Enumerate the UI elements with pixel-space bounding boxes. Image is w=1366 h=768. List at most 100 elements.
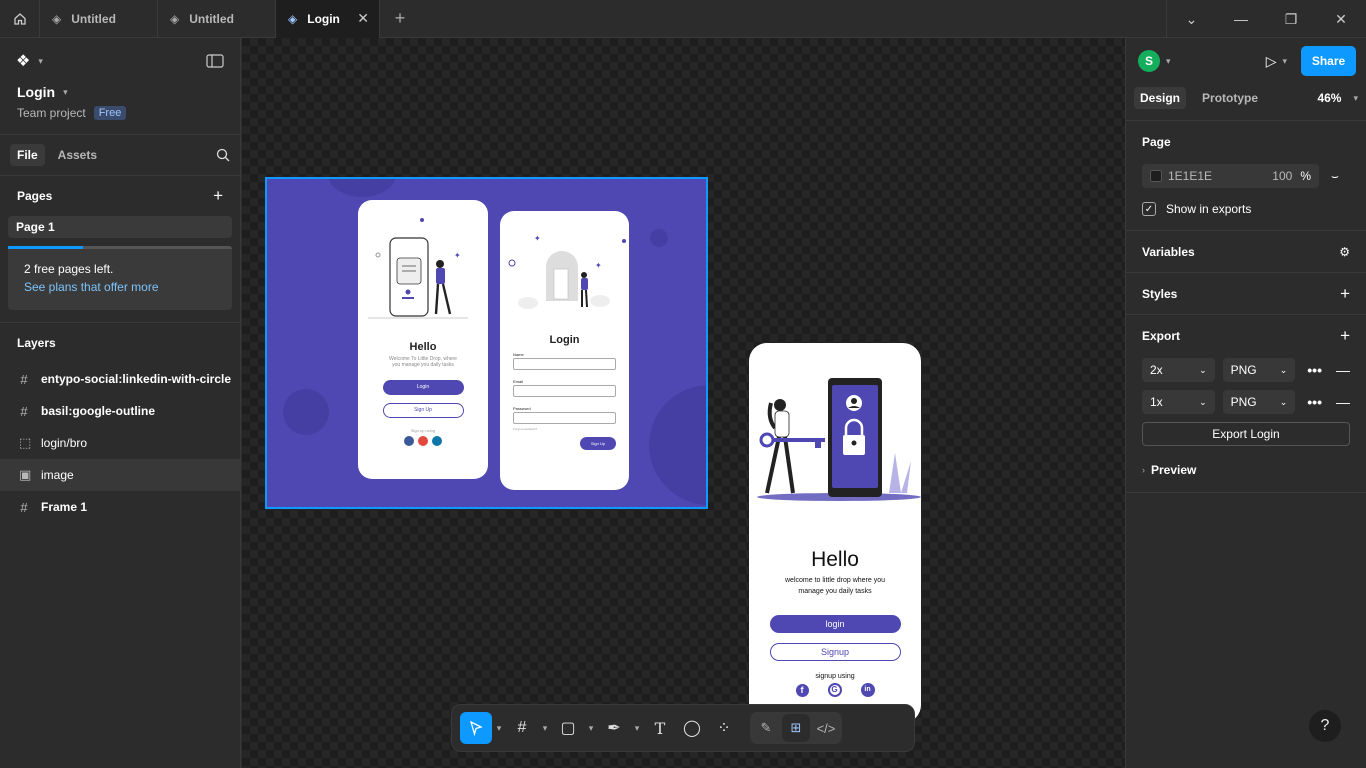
eye-closed-icon[interactable]: ⌣ xyxy=(1331,169,1339,184)
main-menu-button[interactable]: ❖ ▾ xyxy=(16,51,43,71)
chevron-down-icon: ▾ xyxy=(38,55,43,66)
add-page-icon[interactable]: + xyxy=(213,186,223,206)
layer-item[interactable]: # basil:google-outline xyxy=(0,395,240,427)
frame-icon: # xyxy=(20,371,28,387)
comment-tool-button[interactable]: ◯ xyxy=(676,712,708,744)
plans-link[interactable]: See plans that offer more xyxy=(24,280,216,294)
export-format-select[interactable]: PNG ⌄ xyxy=(1222,358,1296,382)
chevron-down-icon: ⌄ xyxy=(1279,364,1288,375)
draw-icon: ✎ xyxy=(760,720,772,735)
user-menu[interactable]: S ▾ xyxy=(1138,50,1171,72)
frame-signup-button[interactable]: Signup xyxy=(769,643,901,661)
more-options-icon[interactable]: ••• xyxy=(1307,394,1322,410)
toggle-sidebar-icon[interactable] xyxy=(206,54,224,68)
export-format-select[interactable]: PNG ⌄ xyxy=(1222,390,1296,414)
export-row: 2x ⌄ PNG ⌄ ••• — xyxy=(1142,358,1350,382)
svg-text:✦: ✦ xyxy=(534,234,541,243)
frame-login-button[interactable]: login xyxy=(769,615,901,633)
search-icon[interactable] xyxy=(216,148,230,162)
tab-file[interactable]: File xyxy=(10,144,45,166)
text-tool-button[interactable]: T xyxy=(644,712,676,744)
phone-illustration: ✦ xyxy=(368,218,468,319)
avatar: S xyxy=(1138,50,1160,72)
design-mode-button[interactable]: ⊞ xyxy=(782,714,810,742)
project-subtitle: Team project Free xyxy=(17,106,223,120)
lock-illustration xyxy=(757,378,921,501)
code-icon: </> xyxy=(816,720,836,736)
zoom-control[interactable]: 46% ▾ xyxy=(1317,91,1358,105)
export-scale-select[interactable]: 2x ⌄ xyxy=(1142,358,1215,382)
preview-toggle[interactable]: › Preview xyxy=(1142,460,1350,480)
file-assets-bar: File Assets xyxy=(0,134,240,176)
plus-icon: + xyxy=(394,8,406,28)
chevron-down-icon[interactable]: ▾ xyxy=(584,723,598,734)
selected-image[interactable]: ✦ Hello Welcome To Little Drop, where yo… xyxy=(265,177,708,509)
actions-button[interactable]: ⁘ xyxy=(708,712,740,744)
checkbox-checked-icon[interactable]: ✓ xyxy=(1142,202,1156,216)
home-button[interactable] xyxy=(0,0,40,38)
variables-settings-icon[interactable]: ⚙ xyxy=(1339,245,1350,259)
page-color-value: 1E1E1E xyxy=(1168,169,1213,183)
chevron-down-icon: ▾ xyxy=(63,86,68,97)
play-icon[interactable]: ▷ xyxy=(1266,53,1277,70)
file-icon: ◈ xyxy=(52,11,62,26)
tab-label: Untitled xyxy=(189,11,234,26)
tab-assets[interactable]: Assets xyxy=(51,144,104,166)
layer-item[interactable]: # Frame 1 xyxy=(0,491,240,523)
text-icon: T xyxy=(654,718,666,738)
components-icon: ⁘ xyxy=(717,720,731,737)
export-scale-select[interactable]: 1x ⌄ xyxy=(1142,390,1215,414)
chevron-down-icon[interactable]: ▾ xyxy=(1282,56,1287,67)
tab-prototype[interactable]: Prototype xyxy=(1196,87,1264,109)
panel-tabs: Design Prototype 46% ▾ xyxy=(1126,84,1366,112)
show-in-exports[interactable]: ✓ Show in exports xyxy=(1142,202,1350,216)
close-window-icon[interactable]: ✕ xyxy=(1316,0,1366,38)
chevron-down-icon[interactable]: ▾ xyxy=(538,723,552,734)
tab-login[interactable]: ◈ Login ✕ xyxy=(276,0,380,38)
close-tab-icon[interactable]: ✕ xyxy=(357,10,369,27)
door-illustration: ✦ ✦ xyxy=(508,234,626,309)
new-tab-button[interactable]: + xyxy=(380,8,420,29)
help-button[interactable]: ? xyxy=(1309,710,1341,742)
add-style-icon[interactable]: + xyxy=(1340,284,1350,304)
share-button[interactable]: Share xyxy=(1301,46,1356,76)
chevron-down-icon[interactable]: ▾ xyxy=(630,723,644,734)
cursor-icon xyxy=(469,720,483,736)
dev-mode-button[interactable]: </> xyxy=(812,714,840,742)
pen-tool-button[interactable]: ✒ xyxy=(598,712,630,744)
minimize-icon[interactable]: — xyxy=(1216,0,1266,38)
page-fill-input[interactable]: 1E1E1E 100 % xyxy=(1142,164,1319,188)
tab-untitled-1[interactable]: ◈ Untitled xyxy=(40,0,158,38)
chevron-down-icon[interactable]: ⌄ xyxy=(1166,0,1216,38)
plan-badge: Free xyxy=(93,106,127,120)
layer-item[interactable]: ⬚ login/bro xyxy=(0,427,240,459)
export-login-button[interactable]: Export Login xyxy=(1142,422,1350,446)
frame-signup-using: signup using xyxy=(815,673,855,680)
chevron-down-icon[interactable]: ▾ xyxy=(492,723,506,734)
more-options-icon[interactable]: ••• xyxy=(1307,362,1322,378)
add-export-icon[interactable]: + xyxy=(1340,326,1350,346)
shape-tool-button[interactable]: ▢ xyxy=(552,712,584,744)
canvas[interactable]: ✦ Hello Welcome To Little Drop, where yo… xyxy=(242,38,1125,768)
frame-tool-button[interactable]: # xyxy=(506,712,538,744)
tab-design[interactable]: Design xyxy=(1134,87,1187,109)
draw-mode-button[interactable]: ✎ xyxy=(752,714,780,742)
restore-icon[interactable]: ❐ xyxy=(1266,0,1316,38)
zoom-level: 46% xyxy=(1317,91,1342,105)
layer-item[interactable]: # entypo-social:linkedin-with-circle xyxy=(0,363,240,395)
frame-icon: # xyxy=(20,403,28,419)
phone-mock-login: ✦ ✦ Login Name Email Password Forgot pas… xyxy=(500,211,629,490)
chevron-down-icon: ▾ xyxy=(1166,55,1171,66)
remove-export-icon[interactable]: — xyxy=(1336,394,1350,410)
project-name[interactable]: Login ▾ xyxy=(17,84,223,100)
tab-untitled-2[interactable]: ◈ Untitled xyxy=(158,0,276,38)
mock2-signup-button: Sign Up xyxy=(580,437,616,450)
login-frame[interactable]: Hello welcome to little drop where you m… xyxy=(749,343,921,723)
variables-header: Variables ⚙ xyxy=(1142,244,1350,259)
layer-item-selected[interactable]: ▣ image xyxy=(0,459,240,491)
remove-export-icon[interactable]: — xyxy=(1336,362,1350,378)
comment-icon: ◯ xyxy=(683,720,701,737)
section-icon: ⬚ xyxy=(19,435,32,450)
move-tool-button[interactable] xyxy=(460,712,492,744)
page-item-page-1[interactable]: Page 1 xyxy=(8,216,232,238)
